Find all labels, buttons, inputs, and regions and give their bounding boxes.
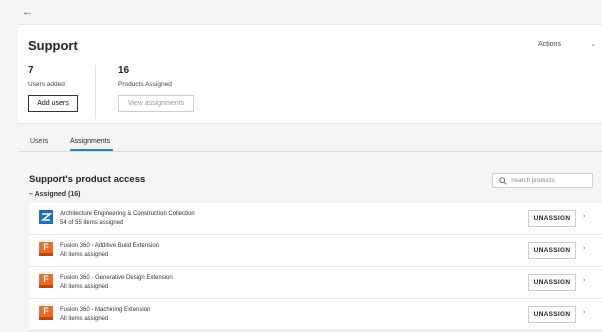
chevron-down-icon: ⌄ <box>590 41 596 48</box>
page-title: Support <box>28 38 78 53</box>
tab-assignments[interactable]: Assignments <box>70 138 110 145</box>
search-box[interactable] <box>492 173 593 188</box>
list-item: F Fusion 360 - Additive Build Extension … <box>29 235 602 267</box>
product-name: Fusion 360 - Generative Design Extension <box>60 275 173 281</box>
actions-dropdown[interactable]: Actions ⌄ <box>534 37 596 51</box>
list-item: F Fusion 360 - Machining Extension All i… <box>29 299 602 331</box>
tab-users[interactable]: Users <box>30 138 48 145</box>
product-status: 54 of 55 items assigned <box>60 220 124 226</box>
search-input[interactable] <box>511 177 591 184</box>
active-tab-indicator <box>70 149 113 151</box>
product-name: Fusion 360 - Machining Extension <box>60 307 151 313</box>
add-users-button[interactable]: Add users <box>28 95 78 112</box>
product-status: All items assigned <box>60 316 109 322</box>
users-count: 7 <box>28 65 34 76</box>
product-name: Architecture Engineering & Construction … <box>60 211 195 217</box>
products-count: 16 <box>118 65 130 76</box>
product-status: All items assigned <box>60 284 109 290</box>
product-list: Architecture Engineering & Construction … <box>29 203 602 331</box>
actions-label: Actions <box>538 40 561 48</box>
chevron-right-icon[interactable]: › <box>583 245 585 252</box>
support-summary-card: Support Actions ⌄ 7 Users added Add user… <box>18 24 602 124</box>
chevron-right-icon[interactable]: › <box>583 309 585 316</box>
stats-divider <box>95 65 96 119</box>
product-name: Fusion 360 - Additive Build Extension <box>60 243 160 249</box>
section-title: Support's product access <box>29 174 146 185</box>
unassign-button[interactable]: UNASSIGN <box>528 306 576 323</box>
chevron-right-icon[interactable]: › <box>583 213 585 220</box>
aec-collection-icon <box>39 210 53 224</box>
unassign-button[interactable]: UNASSIGN <box>528 210 576 227</box>
assigned-group-toggle[interactable]: – Assigned (16) <box>29 191 80 198</box>
fusion-icon: F <box>39 274 53 288</box>
fusion-icon: F <box>39 306 53 320</box>
list-item: F Fusion 360 - Generative Design Extensi… <box>29 267 602 299</box>
view-assignments-button[interactable]: View assignments <box>118 95 194 112</box>
products-label: Products Assigned <box>118 81 172 88</box>
chevron-right-icon[interactable]: › <box>583 277 585 284</box>
fusion-icon: F <box>39 242 53 256</box>
users-label: Users added <box>28 81 65 88</box>
list-item: Architecture Engineering & Construction … <box>29 203 602 235</box>
back-arrow-icon[interactable]: ← <box>22 6 33 18</box>
unassign-button[interactable]: UNASSIGN <box>528 274 576 291</box>
product-status: All items assigned <box>60 252 109 258</box>
unassign-button[interactable]: UNASSIGN <box>528 242 576 259</box>
tab-bar: Users Assignments <box>18 132 602 152</box>
search-icon <box>499 176 507 185</box>
